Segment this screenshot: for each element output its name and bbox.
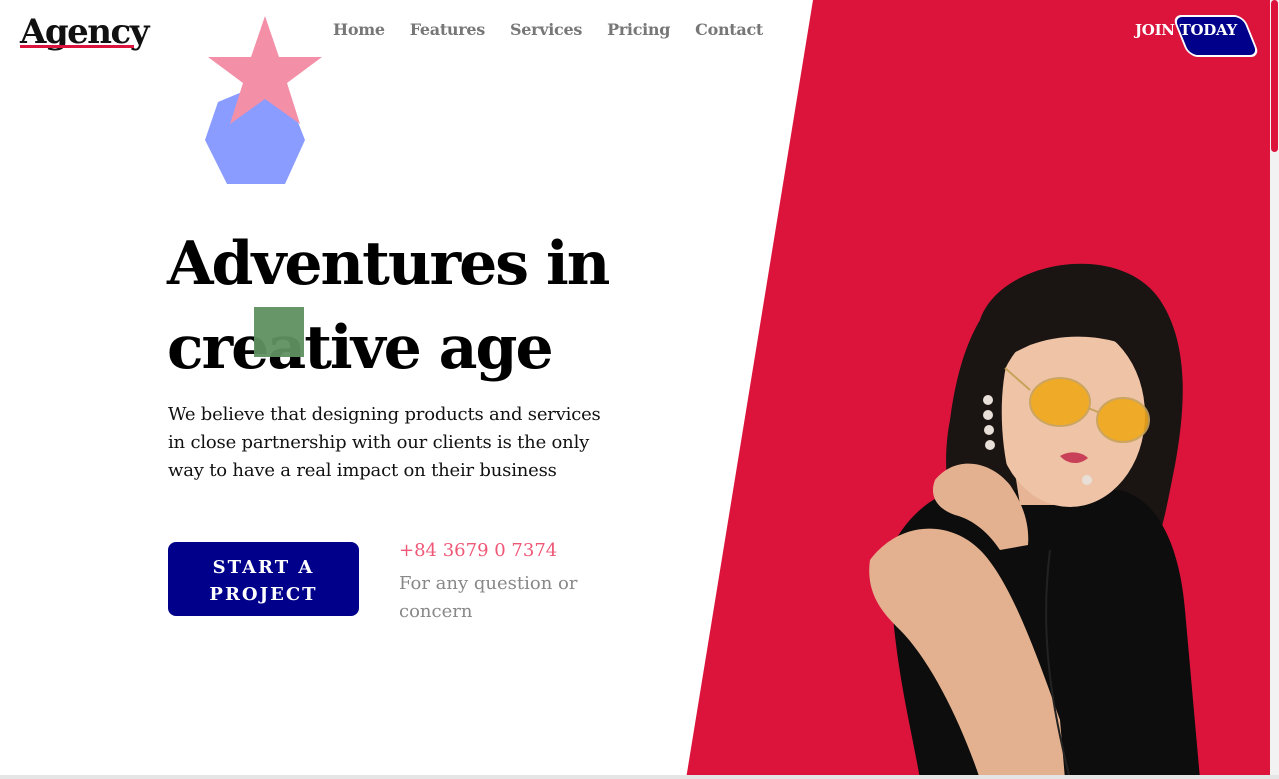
decorative-shapes bbox=[205, 16, 322, 184]
square-shape bbox=[254, 307, 304, 357]
hero-description: We believe that designing products and s… bbox=[168, 404, 601, 481]
logo-underline bbox=[20, 45, 134, 48]
nav-item-contact[interactable]: Contact bbox=[695, 18, 763, 42]
landing-page: Agency Home Features Services Pricing Co… bbox=[0, 0, 1279, 779]
hero-photo bbox=[869, 263, 1200, 779]
bottom-divider bbox=[0, 775, 1279, 779]
page-scrollbar[interactable] bbox=[1270, 0, 1279, 779]
join-today-button[interactable]: JOIN TODAY bbox=[1104, 3, 1261, 59]
phone-number[interactable]: +84 3679 0 7374 bbox=[399, 538, 557, 564]
main-nav: Home Features Services Pricing Contact bbox=[333, 18, 788, 42]
nav-item-features[interactable]: Features bbox=[410, 18, 486, 42]
nav-item-services[interactable]: Services bbox=[510, 18, 582, 42]
headline-line-2: creative age bbox=[167, 313, 554, 383]
scrollbar-thumb[interactable] bbox=[1271, 0, 1278, 152]
hero-headline: Adventures in creative age bbox=[167, 222, 727, 390]
headline-line-1: Adventures in bbox=[167, 229, 610, 299]
phone-note: For any question or concern bbox=[399, 573, 578, 622]
join-today-label: JOIN TODAY bbox=[1135, 21, 1237, 39]
nav-item-pricing[interactable]: Pricing bbox=[607, 18, 670, 42]
start-project-button[interactable]: START A PROJECT bbox=[168, 542, 359, 616]
nav-item-home[interactable]: Home bbox=[333, 18, 385, 42]
